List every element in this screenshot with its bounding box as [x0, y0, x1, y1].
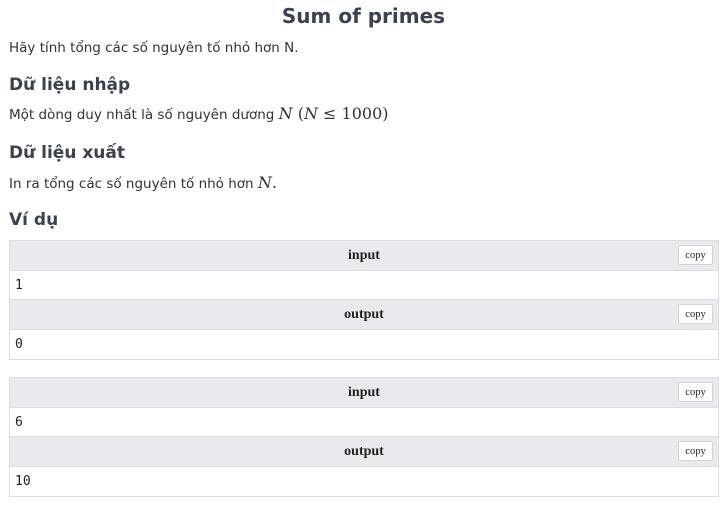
output-description: In ra tổng các số nguyên tố nhỏ hơn — [9, 176, 258, 192]
input-value: 6 — [15, 415, 23, 430]
math-expression: N. — [257, 173, 277, 192]
example-output-header: output copy — [10, 437, 718, 467]
output-value: 10 — [15, 474, 31, 489]
examples-heading: Ví dụ — [9, 210, 59, 230]
example-output-value: 10 — [10, 467, 718, 496]
example-output-header: output copy — [10, 300, 718, 330]
input-section-heading: Dữ liệu nhập — [9, 75, 131, 95]
problem-title: Sum of primes — [281, 4, 446, 28]
copy-output-button[interactable]: copy — [678, 441, 713, 461]
input-label: input — [348, 248, 380, 263]
copy-input-button[interactable]: copy — [678, 382, 713, 402]
output-label: output — [344, 307, 384, 322]
math-expression: N (N ≤ 1000) — [278, 104, 389, 123]
problem-statement: Hãy tính tổng các số nguyên tố nhỏ hơn N… — [9, 40, 299, 56]
copy-input-button[interactable]: copy — [678, 245, 713, 265]
example-block: input copy 1 output copy 0 — [9, 240, 719, 360]
example-input-value: 1 — [10, 271, 718, 300]
copy-output-button[interactable]: copy — [678, 304, 713, 324]
example-block: input copy 6 output copy 10 — [9, 377, 719, 497]
input-value: 1 — [15, 278, 23, 293]
example-output-value: 0 — [10, 330, 718, 359]
output-section-text: In ra tổng các số nguyên tố nhỏ hơn N. — [9, 173, 277, 192]
example-input-header: input copy — [10, 378, 718, 408]
input-label: input — [348, 385, 380, 400]
output-label: output — [344, 444, 384, 459]
example-input-header: input copy — [10, 241, 718, 271]
output-value: 0 — [15, 337, 23, 352]
input-section-text: Một dòng duy nhất là số nguyên dương N (… — [9, 104, 389, 123]
output-section-heading: Dữ liệu xuất — [9, 143, 126, 163]
example-input-value: 6 — [10, 408, 718, 437]
input-description: Một dòng duy nhất là số nguyên dương — [9, 107, 279, 123]
